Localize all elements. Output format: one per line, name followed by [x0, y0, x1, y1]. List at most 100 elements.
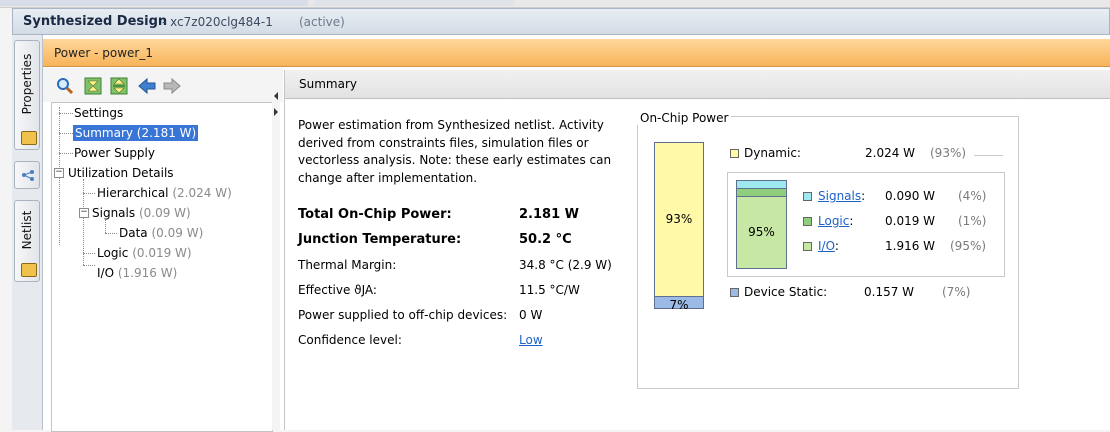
power-panel-title: Power - power_1 — [54, 46, 153, 60]
hierarchical-label: Hierarchical — [97, 186, 169, 200]
properties-icon — [21, 131, 37, 145]
io-value: 1.916 W — [885, 239, 936, 253]
io-colon: : — [834, 239, 839, 253]
signals-breakdown-label: Signals: — [818, 189, 865, 203]
data-label: Data — [119, 226, 148, 240]
tree-guide — [105, 219, 106, 233]
hierarchical-value: (2.024 W) — [172, 186, 232, 200]
logic-colon: : — [849, 214, 854, 228]
confidence-level-label: Confidence level: — [298, 333, 402, 347]
device-static-label: Device Static: — [744, 285, 828, 299]
tree-item-data[interactable]: Data (0.09 W) — [119, 225, 203, 241]
junction-temp-label: Junction Temperature: — [298, 232, 462, 247]
power-panel: Power - power_1 Settings Summary (2.181 … — [43, 35, 1110, 432]
power-toolbar — [43, 68, 283, 102]
dynamic-percent: (93%) — [930, 146, 967, 160]
io-link[interactable]: I/O — [818, 239, 835, 253]
splitter-arrows-icon[interactable] — [272, 78, 280, 118]
summary-pane: Summary Power estimation from Synthesize… — [284, 70, 1110, 430]
tree-item-settings[interactable]: Settings — [74, 105, 123, 121]
collapse-toggle[interactable]: − — [54, 168, 64, 178]
io-label: I/O — [97, 266, 115, 280]
dynamic-legend-swatch — [730, 149, 739, 158]
logic-value: (0.019 W) — [132, 246, 192, 260]
back-arrow-icon[interactable] — [138, 77, 156, 95]
tree-guide — [83, 253, 95, 254]
dynamic-label: Dynamic: — [744, 146, 801, 160]
confidence-level-link[interactable]: Low — [519, 333, 543, 347]
thermal-margin-label: Thermal Margin: — [298, 258, 397, 272]
signals-percent: (4%) — [958, 189, 987, 203]
logic-percent: (1%) — [958, 214, 987, 228]
dynamic-bar-label: 93% — [665, 212, 693, 226]
netlist-icon — [21, 263, 37, 277]
hierarchy-tab[interactable] — [14, 161, 40, 189]
io-bar-label: 95% — [748, 225, 775, 239]
effective-theta-ja-value: 11.5 °C/W — [519, 283, 580, 297]
design-part: - xc7z020clg484-1 — [162, 15, 273, 29]
logic-legend-swatch — [803, 217, 812, 226]
device-static-value: 0.157 W — [864, 285, 915, 299]
signals-bar-segment — [737, 181, 786, 189]
signals-link[interactable]: Signals — [818, 189, 861, 203]
logic-label: Logic — [97, 246, 129, 260]
tree-item-power-supply[interactable]: Power Supply — [74, 145, 155, 161]
expand-all-icon[interactable] — [110, 77, 128, 95]
netlist-tab[interactable]: Netlist — [14, 200, 40, 282]
io-legend-swatch — [803, 242, 812, 251]
logic-bar-segment — [737, 189, 786, 197]
hierarchy-icon — [22, 170, 34, 181]
tree-guide — [59, 153, 73, 154]
off-chip-power-label: Power supplied to off-chip devices: — [298, 308, 508, 322]
tree-guide — [83, 265, 95, 266]
forward-arrow-icon[interactable] — [163, 77, 181, 95]
data-value: (0.09 W) — [151, 226, 204, 240]
io-bar-segment: 95% — [737, 197, 786, 268]
top-strip — [0, 0, 1110, 8]
dynamic-bar-segment: 93% — [655, 143, 703, 296]
tree-guide — [105, 233, 117, 234]
design-state: (active) — [299, 15, 345, 29]
collapse-toggle[interactable]: − — [79, 208, 89, 218]
design-title: Synthesized Design — [23, 14, 168, 29]
netlist-tab-label: Netlist — [20, 210, 34, 250]
effective-theta-ja-label: Effective ϑJA: — [298, 283, 377, 297]
dynamic-connector — [974, 155, 1003, 156]
total-power-label: Total On-Chip Power: — [298, 207, 452, 222]
on-chip-power-group: 93% 7% Dynamic: 2.024 W (93%) 95% Signal… — [637, 116, 1019, 389]
static-legend-swatch — [730, 288, 739, 297]
signals-label: Signals — [92, 206, 136, 220]
static-bar-segment: 7% — [655, 296, 703, 312]
properties-tab[interactable]: Properties — [14, 40, 40, 150]
dynamic-breakdown-bar: 95% — [736, 180, 787, 269]
logic-link[interactable]: Logic — [818, 214, 849, 228]
junction-temp-value: 50.2 °C — [519, 232, 572, 247]
logic-value: 0.019 W — [885, 214, 936, 228]
pane-splitter[interactable] — [272, 68, 280, 430]
signals-value: 0.090 W — [885, 189, 936, 203]
tree-item-logic[interactable]: Logic (0.019 W) — [97, 245, 192, 261]
search-icon[interactable] — [56, 77, 74, 95]
properties-tab-label: Properties — [20, 53, 34, 115]
summary-header: Summary — [285, 70, 1110, 99]
static-bar-label: 7% — [669, 298, 689, 312]
top-tab-segment — [0, 0, 308, 6]
signals-colon: : — [861, 189, 866, 203]
io-value: (1.916 W) — [117, 266, 178, 280]
io-percent: (95%) — [950, 239, 987, 253]
tree-guide — [59, 113, 73, 114]
signals-legend-swatch — [803, 192, 812, 201]
side-tab-strip: Properties Netlist — [12, 35, 43, 430]
tree-item-io[interactable]: I/O (1.916 W) — [97, 265, 177, 281]
summary-title: Summary — [299, 77, 357, 91]
logic-breakdown-label: Logic: — [818, 214, 853, 228]
dynamic-value: 2.024 W — [865, 146, 916, 160]
tree-guide — [59, 133, 73, 134]
summary-description: Power estimation from Synthesized netlis… — [298, 118, 612, 185]
tree-item-summary[interactable]: Summary (2.181 W) — [73, 125, 199, 141]
tree-item-hierarchical[interactable]: Hierarchical (2.024 W) — [97, 185, 232, 201]
tree-item-signals[interactable]: Signals (0.09 W) — [92, 205, 191, 221]
collapse-all-icon[interactable] — [84, 77, 102, 95]
on-chip-power-bar: 93% 7% — [654, 142, 704, 312]
device-static-percent: (7%) — [942, 285, 971, 299]
